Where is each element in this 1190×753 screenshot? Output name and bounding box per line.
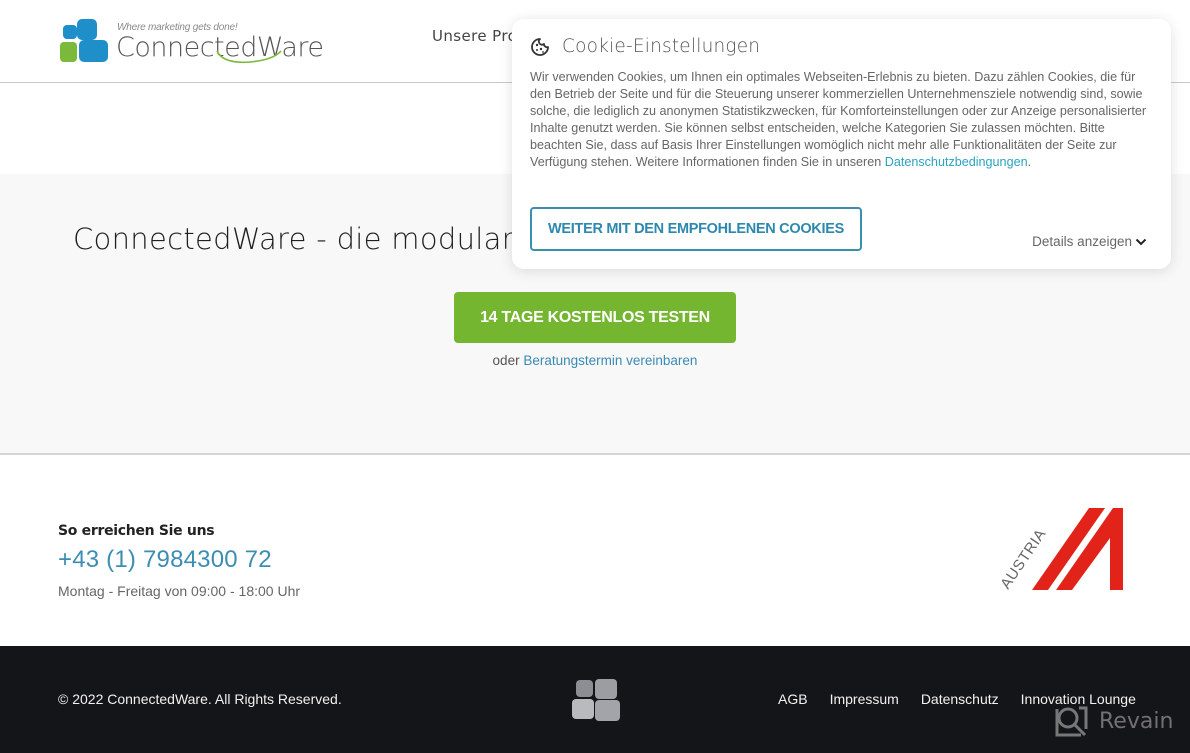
footer-link-agb[interactable]: AGB (778, 691, 808, 707)
hero-title: ConnectedWare - die modulare (73, 222, 532, 256)
cookie-description: Wir verwenden Cookies, um Ihnen ein opti… (530, 69, 1155, 171)
free-trial-button[interactable]: 14 TAGE KOSTENLOS TESTEN (454, 292, 736, 343)
logo-swoosh-icon (216, 50, 282, 64)
nav-item-products[interactable]: Unsere Pro (432, 27, 517, 45)
cookie-body: Wir verwenden Cookies, um Ihnen ein opti… (530, 70, 1147, 169)
show-details-toggle[interactable]: Details anzeigen (1032, 234, 1147, 249)
site-footer: © 2022 ConnectedWare. All Rights Reserve… (0, 646, 1190, 753)
contact-phone[interactable]: +43 (1) 7984300 72 (58, 546, 272, 574)
footer-logo-icon[interactable] (571, 679, 621, 721)
contact-hours: Montag - Freitag von 09:00 - 18:00 Uhr (58, 583, 301, 599)
consultation-line: oder Beratungstermin vereinbaren (0, 353, 1190, 368)
cookie-banner: Cookie-Einstellungen Wir verwenden Cooki… (512, 19, 1171, 269)
contact-label: So erreichen Sie uns (58, 523, 215, 539)
contact-section: So erreichen Sie uns +43 (1) 7984300 72 … (0, 456, 1190, 646)
cookie-title: Cookie-Einstellungen (562, 36, 761, 57)
logo-mark-icon (60, 19, 108, 62)
footer-link-impressum[interactable]: Impressum (830, 691, 899, 707)
copyright: © 2022 ConnectedWare. All Rights Reserve… (58, 691, 342, 707)
consultation-prefix: oder (492, 353, 520, 368)
cookie-icon (531, 37, 549, 56)
revain-watermark: Revain (1055, 705, 1173, 737)
footer-link-datenschutz[interactable]: Datenschutz (921, 691, 999, 707)
page: Where marketing gets done! ConnectedWare… (0, 0, 1190, 753)
revain-text: Revain (1099, 708, 1174, 734)
privacy-policy-link[interactable]: Datenschutzbedingungen (885, 155, 1028, 169)
logo[interactable]: Where marketing gets done! ConnectedWare (60, 19, 324, 65)
chevron-down-icon (1135, 238, 1147, 245)
revain-logo-icon (1055, 706, 1088, 737)
cookie-header: Cookie-Einstellungen (530, 36, 760, 57)
cookie-body-end: . (1027, 155, 1032, 169)
austria-badge-icon: AUSTRIA (997, 508, 1123, 592)
show-details-label: Details anzeigen (1032, 234, 1132, 249)
consultation-link[interactable]: Beratungstermin vereinbaren (523, 353, 697, 368)
accept-recommended-cookies-button[interactable]: WEITER MIT DEN EMPFOHLENEN COOKIES (530, 207, 862, 251)
